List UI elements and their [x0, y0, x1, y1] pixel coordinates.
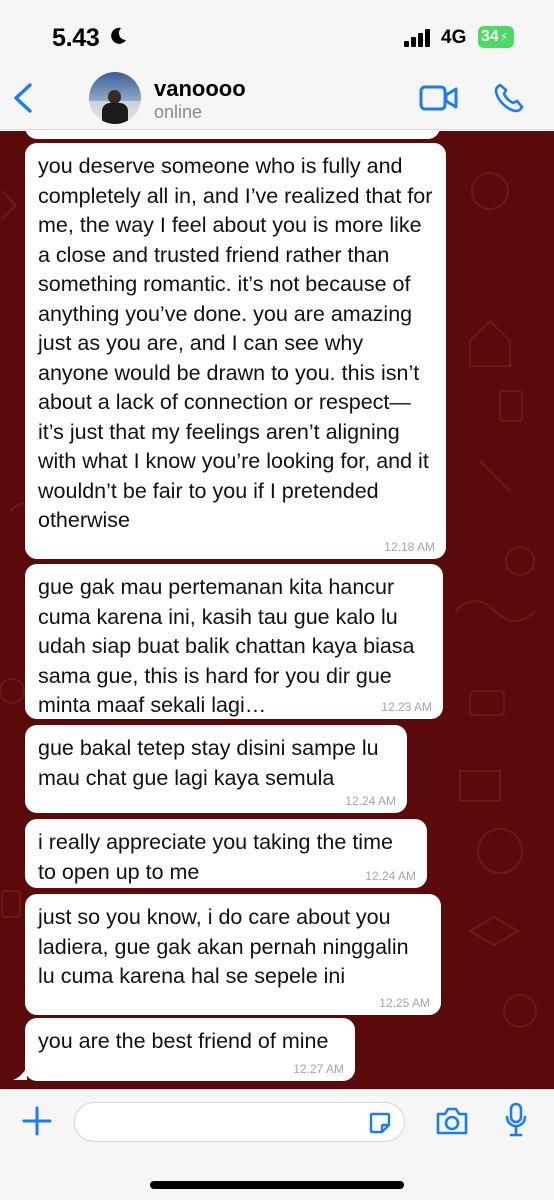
video-icon[interactable]	[419, 84, 459, 117]
bubble-tail	[13, 1066, 27, 1080]
message-bubble[interactable]: gue gak mau pertemanan kita hancur cuma …	[25, 564, 443, 719]
message-bubble[interactable]: you deserve someone who is fully and com…	[25, 143, 446, 559]
signal-icon	[404, 29, 432, 52]
previous-message-bubble[interactable]	[25, 131, 440, 139]
chat-header: vanoooo online	[0, 66, 554, 130]
message-bubble[interactable]: gue bakal tetep stay disini sampe lu mau…	[25, 725, 407, 813]
contact-status: online	[154, 102, 203, 122]
message-text: gue gak mau pertemanan kita hancur cuma …	[38, 575, 415, 717]
battery-level: 34	[481, 28, 499, 45]
message-time: 12.18 AM	[384, 540, 435, 554]
avatar-figure-body	[102, 103, 128, 124]
message-bubble[interactable]: just so you know, i do care about you la…	[25, 894, 441, 1015]
network-type: 4G	[441, 27, 467, 48]
message-input-container[interactable]	[74, 1102, 405, 1142]
message-time: 12.27 AM	[293, 1062, 344, 1076]
status-bar: 5.43 4G 34 ⚡	[0, 0, 554, 66]
message-bubble[interactable]: i really appreciate you taking the time …	[25, 819, 427, 888]
message-text: you are the best friend of mine	[38, 1029, 329, 1053]
chevron-left-icon[interactable]	[10, 82, 36, 119]
sticker-icon[interactable]	[368, 1111, 392, 1140]
status-time: 5.43	[52, 24, 100, 52]
message-time: 12.23 AM	[381, 700, 432, 714]
avatar-figure-head	[108, 90, 121, 104]
message-input[interactable]	[75, 1103, 345, 1141]
plus-icon[interactable]	[22, 1106, 52, 1141]
message-text: just so you know, i do care about you la…	[38, 905, 409, 988]
message-time: 12.25 AM	[379, 996, 430, 1010]
message-text: i really appreciate you taking the time …	[38, 830, 393, 884]
home-indicator	[150, 1181, 404, 1189]
message-time: 12.24 AM	[345, 794, 396, 808]
message-bubble[interactable]: you are the best friend of mine 12.27 AM	[25, 1018, 355, 1081]
moon-icon	[108, 26, 128, 51]
microphone-icon[interactable]	[504, 1102, 528, 1143]
phone-icon[interactable]	[493, 82, 525, 119]
chat-area[interactable]: you deserve someone who is fully and com…	[0, 131, 554, 1089]
message-text: you deserve someone who is fully and com…	[38, 154, 433, 532]
battery-indicator: 34 ⚡	[478, 26, 514, 48]
avatar[interactable]	[89, 72, 141, 124]
message-time: 12.24 AM	[365, 869, 416, 883]
contact-name[interactable]: vanoooo	[154, 76, 246, 102]
camera-icon[interactable]	[435, 1106, 469, 1141]
charging-icon: ⚡	[499, 30, 509, 44]
message-text: gue bakal tetep stay disini sampe lu mau…	[38, 736, 379, 790]
